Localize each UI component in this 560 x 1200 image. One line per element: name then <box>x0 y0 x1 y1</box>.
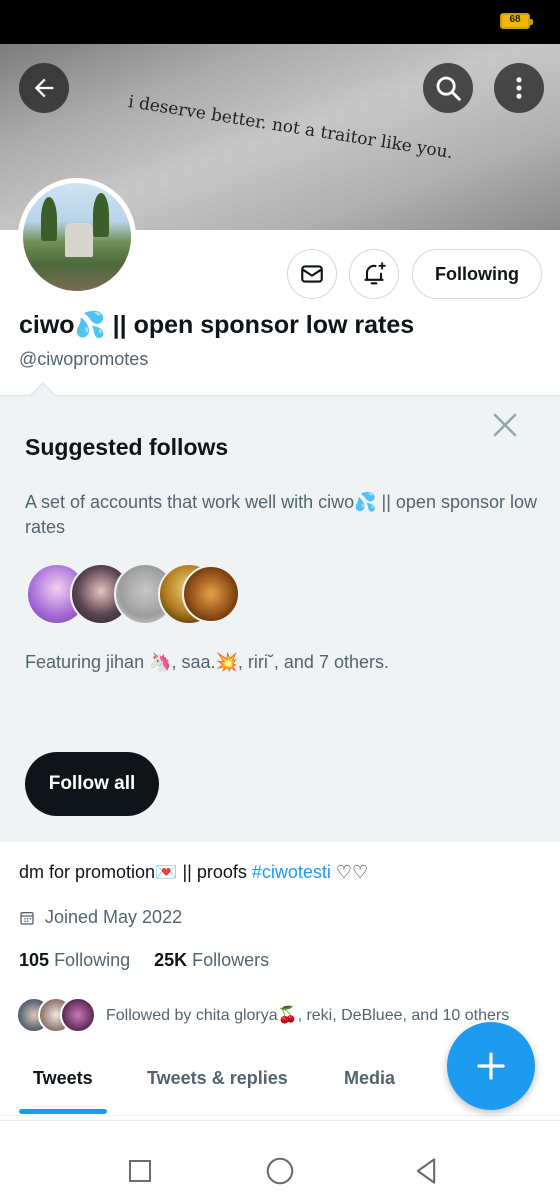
notifications-button[interactable] <box>349 249 399 299</box>
close-icon <box>493 413 517 437</box>
more-options-button[interactable] <box>494 63 544 113</box>
calendar-icon <box>20 911 34 925</box>
system-back-button[interactable] <box>406 1151 446 1191</box>
compose-plus-icon <box>477 1052 505 1080</box>
compose-tweet-button[interactable] <box>447 1022 535 1110</box>
dismiss-suggestions-button[interactable] <box>490 410 520 440</box>
recent-apps-button[interactable] <box>120 1151 160 1191</box>
tab-tweets-replies[interactable]: Tweets & replies <box>147 1068 288 1089</box>
battery-level: 68 <box>509 14 521 25</box>
message-button[interactable] <box>287 249 337 299</box>
joined-date: Joined May 2022 <box>19 907 182 928</box>
following-button[interactable]: Following <box>412 249 542 299</box>
user-handle: @ciwopromotes <box>19 349 149 369</box>
search-button[interactable] <box>423 63 473 113</box>
follow-all-button[interactable]: Follow all <box>25 752 159 816</box>
nav-square-icon <box>129 1160 151 1182</box>
avatar-tree-right <box>93 193 109 237</box>
followers-stat[interactable]: 25K Followers <box>154 950 269 971</box>
search-icon <box>436 76 461 101</box>
system-navigation-bar <box>0 1120 560 1200</box>
suggested-follows-description: A set of accounts that work well with ci… <box>25 492 537 537</box>
followers-count: 25K <box>154 950 188 970</box>
following-label: Following <box>54 950 131 970</box>
profile-bio: dm for promotion💌 || proofs #ciwotesti ♡… <box>19 862 368 883</box>
more-vertical-icon <box>516 77 522 99</box>
avatar-rock <box>65 223 93 257</box>
bio-suffix: ♡♡ <box>330 862 369 882</box>
follow-stats: 105 Following 25K Followers <box>19 950 269 971</box>
display-name: ciwo💦 || open sponsor low rates <box>19 311 415 339</box>
home-button[interactable] <box>260 1151 300 1191</box>
suggested-follows-title: Suggested follows <box>25 434 229 460</box>
following-count: 105 <box>19 950 50 970</box>
nav-back-triangle-icon <box>416 1158 436 1184</box>
avatar-tree-left <box>41 197 57 241</box>
follower-avatar <box>60 997 96 1033</box>
active-tab-indicator <box>19 1109 107 1114</box>
suggested-avatar[interactable] <box>182 565 240 623</box>
battery-icon: 68 <box>500 13 533 29</box>
followed-by-text: Followed by chita glorya🍒, reki, DeBluee… <box>106 1007 510 1024</box>
mail-icon <box>301 265 323 283</box>
following-stat[interactable]: 105 Following <box>19 950 130 971</box>
status-bar: 68 <box>0 0 560 44</box>
banner-quote: i deserve better. not a traitor like you… <box>126 92 455 164</box>
tab-tweets[interactable]: Tweets <box>33 1068 93 1089</box>
back-arrow-icon <box>34 78 54 98</box>
back-button[interactable] <box>19 63 69 113</box>
bell-plus-icon <box>364 262 386 285</box>
profile-avatar[interactable] <box>18 178 136 296</box>
joined-text: Joined May 2022 <box>45 907 183 927</box>
followers-label: Followers <box>192 950 270 970</box>
followed-by-row[interactable]: Followed by chita glorya🍒, reki, DeBluee… <box>16 997 509 1033</box>
tab-media[interactable]: Media <box>344 1068 395 1089</box>
bio-hashtag-link[interactable]: #ciwotesti <box>252 862 331 882</box>
bio-text: dm for promotion💌 || proofs <box>19 862 252 882</box>
nav-circle-icon <box>266 1157 294 1185</box>
featuring-text: Featuring jihan 🦄, saa.💥, riri˘, and 7 o… <box>25 652 389 672</box>
